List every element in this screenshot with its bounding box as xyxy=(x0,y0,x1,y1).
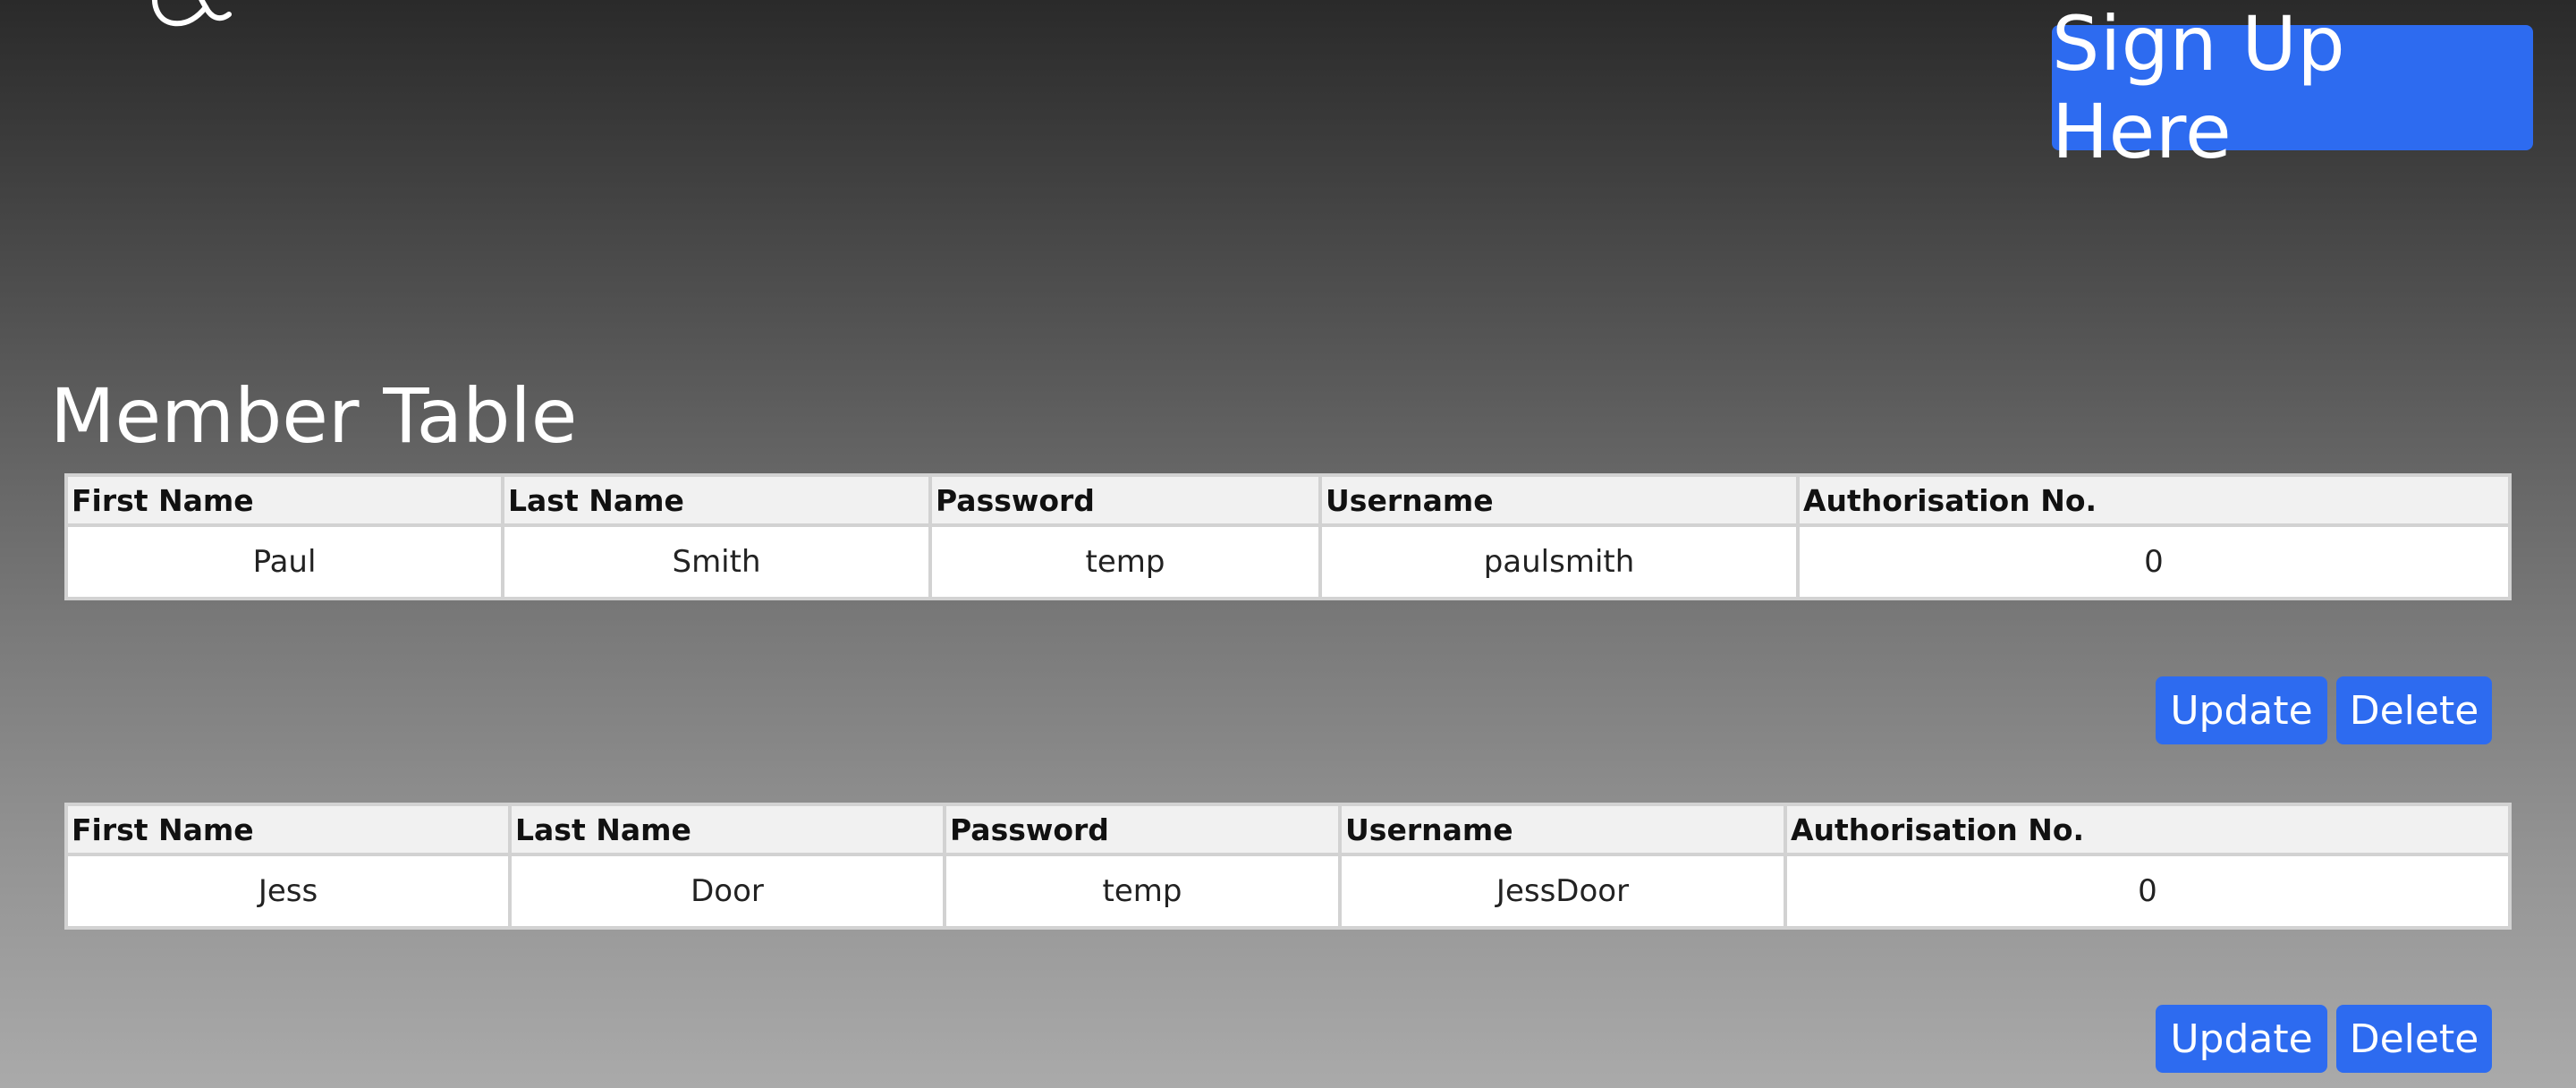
column-header-authorisation-no: Authorisation No. xyxy=(1796,473,2512,527)
last-name-cell: Smith xyxy=(501,523,932,600)
password-cell: temp xyxy=(943,853,1342,930)
sign-up-button[interactable]: Sign Up Here xyxy=(2052,0,2533,175)
last-name-cell: Door xyxy=(508,853,946,930)
member-table: First Name Last Name Password Username A… xyxy=(64,803,2512,930)
authorisation-no-cell: 0 xyxy=(1784,853,2512,930)
column-header-username: Username xyxy=(1318,473,1800,527)
first-name-cell: Paul xyxy=(64,523,504,600)
column-header-password: Password xyxy=(928,473,1322,527)
column-header-last-name: Last Name xyxy=(508,803,946,856)
page-title: Member Table xyxy=(50,372,578,460)
authorisation-no-cell: 0 xyxy=(1796,523,2512,600)
column-header-password: Password xyxy=(943,803,1342,856)
row-actions: Update Delete xyxy=(2156,1005,2492,1073)
table-header-row: First Name Last Name Password Username A… xyxy=(64,803,2512,856)
table-row: Jess Door temp JessDoor 0 xyxy=(64,853,2512,930)
update-button[interactable]: Update xyxy=(2156,676,2327,744)
column-header-first-name: First Name xyxy=(64,803,512,856)
member-table: First Name Last Name Password Username A… xyxy=(64,473,2512,600)
table-header-row: First Name Last Name Password Username A… xyxy=(64,473,2512,527)
password-cell: temp xyxy=(928,523,1322,600)
username-cell: JessDoor xyxy=(1338,853,1787,930)
column-header-authorisation-no: Authorisation No. xyxy=(1784,803,2512,856)
username-cell: paulsmith xyxy=(1318,523,1800,600)
column-header-first-name: First Name xyxy=(64,473,504,527)
table-row: Paul Smith temp paulsmith 0 xyxy=(64,523,2512,600)
delete-button[interactable]: Delete xyxy=(2336,676,2492,744)
delete-button[interactable]: Delete xyxy=(2336,1005,2492,1073)
first-name-cell: Jess xyxy=(64,853,512,930)
column-header-username: Username xyxy=(1338,803,1787,856)
row-actions: Update Delete xyxy=(2156,676,2492,744)
update-button[interactable]: Update xyxy=(2156,1005,2327,1073)
logo-icon xyxy=(152,0,232,27)
column-header-last-name: Last Name xyxy=(501,473,932,527)
